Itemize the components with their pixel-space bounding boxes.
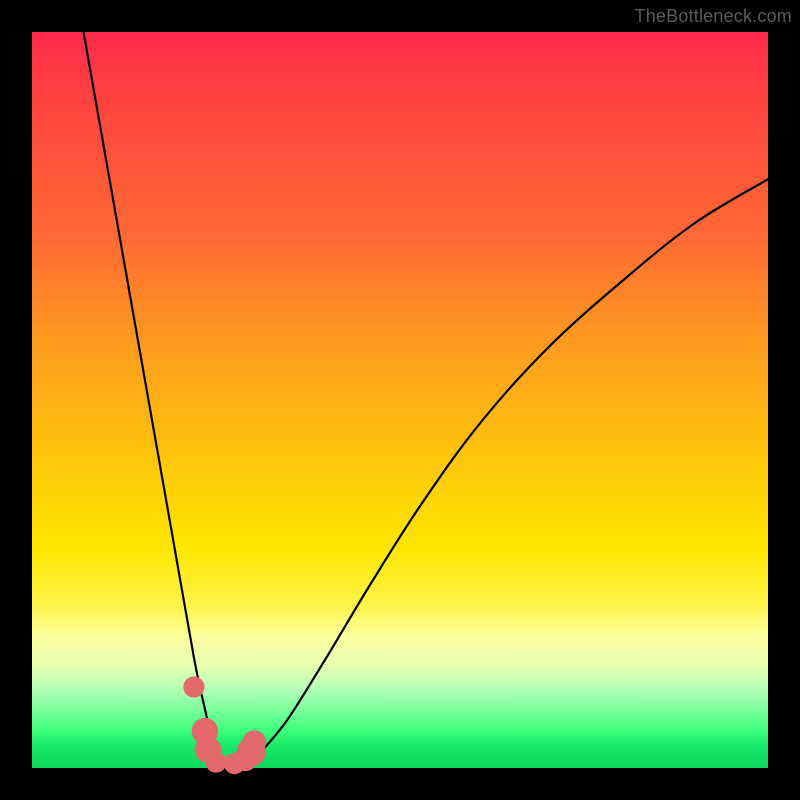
marker-dot	[205, 751, 226, 772]
marker-dot	[242, 730, 266, 754]
watermark-text: TheBottleneck.com	[635, 6, 792, 27]
highlight-markers	[183, 676, 266, 774]
chart-frame: TheBottleneck.com	[0, 0, 800, 800]
chart-svg	[32, 32, 768, 768]
bottleneck-curve	[84, 32, 768, 765]
marker-dot	[183, 676, 204, 697]
